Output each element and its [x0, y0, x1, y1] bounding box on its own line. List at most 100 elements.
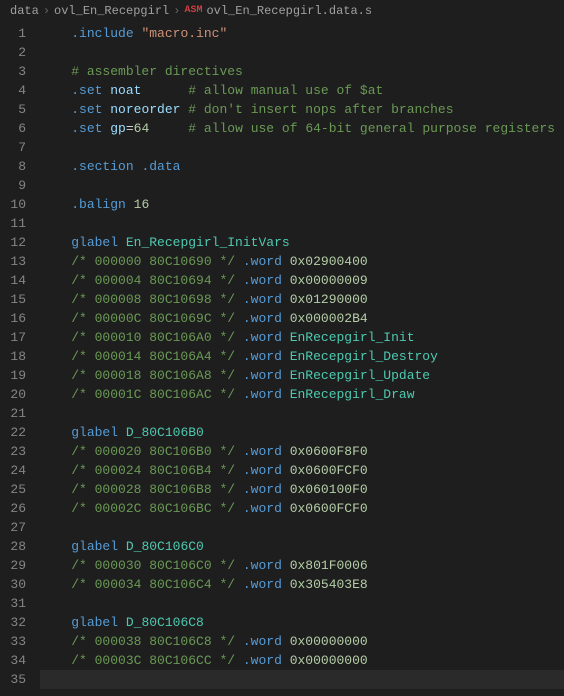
code-line[interactable]: glabel En_Recepgirl_InitVars [40, 233, 564, 252]
token-number: 16 [134, 197, 150, 212]
code-line[interactable] [40, 670, 564, 689]
code-line[interactable]: glabel D_80C106C0 [40, 537, 564, 556]
code-line[interactable] [40, 214, 564, 233]
code-line[interactable]: /* 000020 80C106B0 */ .word 0x0600F8F0 [40, 442, 564, 461]
code-line[interactable] [40, 518, 564, 537]
code-line[interactable]: .balign 16 [40, 195, 564, 214]
token-opcode: glabel [71, 539, 118, 554]
code-line[interactable]: /* 000034 80C106C4 */ .word 0x305403E8 [40, 575, 564, 594]
token-directive: .set [71, 83, 102, 98]
token-comment: # don't insert nops after branches [188, 102, 453, 117]
code-line[interactable]: /* 000008 80C10698 */ .word 0x01290000 [40, 290, 564, 309]
code-line[interactable]: glabel D_80C106B0 [40, 423, 564, 442]
code-line[interactable]: /* 000028 80C106B8 */ .word 0x060100F0 [40, 480, 564, 499]
token-comment: /* 000034 80C106C4 */ [71, 577, 235, 592]
token-directive: .word [243, 349, 282, 364]
code-line[interactable]: /* 000018 80C106A8 */ .word EnRecepgirl_… [40, 366, 564, 385]
token-ident: noat [110, 83, 141, 98]
token-plain [40, 330, 71, 345]
line-number: 16 [0, 309, 26, 328]
token-plain [235, 577, 243, 592]
line-number: 6 [0, 119, 26, 138]
code-line[interactable] [40, 43, 564, 62]
token-plain [235, 653, 243, 668]
code-line[interactable]: /* 00000C 80C1069C */ .word 0x000002B4 [40, 309, 564, 328]
token-plain [40, 273, 71, 288]
breadcrumb-folder[interactable]: data [10, 4, 39, 18]
token-comment: /* 000020 80C106B0 */ [71, 444, 235, 459]
token-plain [40, 197, 71, 212]
token-directive: .data [141, 159, 180, 174]
code-line[interactable]: /* 00001C 80C106AC */ .word EnRecepgirl_… [40, 385, 564, 404]
token-plain [282, 634, 290, 649]
token-label: En_Recepgirl_InitVars [126, 235, 290, 250]
token-plain [40, 425, 71, 440]
token-comment: # allow use of 64-bit general purpose re… [188, 121, 555, 136]
token-plain [40, 558, 71, 573]
token-opcode: glabel [71, 235, 118, 250]
line-number: 17 [0, 328, 26, 347]
line-number: 28 [0, 537, 26, 556]
token-plain [141, 83, 188, 98]
line-number: 2 [0, 43, 26, 62]
line-number: 30 [0, 575, 26, 594]
token-comment: /* 000018 80C106A8 */ [71, 368, 235, 383]
code-line[interactable]: .section .data [40, 157, 564, 176]
code-line[interactable]: /* 000014 80C106A4 */ .word EnRecepgirl_… [40, 347, 564, 366]
line-number: 11 [0, 214, 26, 233]
token-comment: /* 00003C 80C106CC */ [71, 653, 235, 668]
code-line[interactable]: /* 000010 80C106A0 */ .word EnRecepgirl_… [40, 328, 564, 347]
breadcrumb-folder[interactable]: ovl_En_Recepgirl [54, 4, 169, 18]
token-plain [40, 501, 71, 516]
token-comment: /* 000030 80C106C0 */ [71, 558, 235, 573]
code-line[interactable]: /* 000000 80C10690 */ .word 0x02900400 [40, 252, 564, 271]
code-line[interactable]: /* 00003C 80C106CC */ .word 0x00000000 [40, 651, 564, 670]
code-line[interactable]: .set noreorder # don't insert nops after… [40, 100, 564, 119]
token-number: 0x801F0006 [290, 558, 368, 573]
line-number: 19 [0, 366, 26, 385]
breadcrumb-file[interactable]: ovl_En_Recepgirl.data.s [206, 4, 372, 18]
token-number: 0x00000000 [290, 634, 368, 649]
token-plain [235, 501, 243, 516]
code-line[interactable] [40, 176, 564, 195]
token-plain [235, 387, 243, 402]
code-line[interactable]: # assembler directives [40, 62, 564, 81]
line-number: 23 [0, 442, 26, 461]
line-number: 9 [0, 176, 26, 195]
code-line[interactable] [40, 138, 564, 157]
code-line[interactable]: /* 000030 80C106C0 */ .word 0x801F0006 [40, 556, 564, 575]
token-directive: .include [71, 26, 133, 41]
token-plain [282, 482, 290, 497]
token-plain [126, 197, 134, 212]
token-comment: # allow manual use of $at [188, 83, 383, 98]
line-number: 29 [0, 556, 26, 575]
code-line[interactable]: glabel D_80C106C8 [40, 613, 564, 632]
token-plain [235, 349, 243, 364]
code-line[interactable]: .set noat # allow manual use of $at [40, 81, 564, 100]
token-plain [40, 577, 71, 592]
code-line[interactable]: .include "macro.inc" [40, 24, 564, 43]
code-line[interactable]: /* 000004 80C10694 */ .word 0x00000009 [40, 271, 564, 290]
token-label: EnRecepgirl_Draw [290, 387, 415, 402]
token-plain [282, 558, 290, 573]
code-line[interactable]: .set gp=64 # allow use of 64-bit general… [40, 119, 564, 138]
line-number: 20 [0, 385, 26, 404]
token-directive: .word [243, 577, 282, 592]
code-line[interactable]: /* 000038 80C106C8 */ .word 0x00000000 [40, 632, 564, 651]
line-number: 31 [0, 594, 26, 613]
code-line[interactable] [40, 404, 564, 423]
code-editor[interactable]: 1234567891011121314151617181920212223242… [0, 22, 564, 696]
line-number: 7 [0, 138, 26, 157]
code-line[interactable]: /* 000024 80C106B4 */ .word 0x0600FCF0 [40, 461, 564, 480]
token-plain [40, 254, 71, 269]
line-number: 25 [0, 480, 26, 499]
code-line[interactable]: /* 00002C 80C106BC */ .word 0x0600FCF0 [40, 499, 564, 518]
token-plain [235, 444, 243, 459]
code-area[interactable]: .include "macro.inc" # assembler directi… [40, 22, 564, 696]
code-line[interactable] [40, 594, 564, 613]
line-number: 4 [0, 81, 26, 100]
line-number: 15 [0, 290, 26, 309]
token-plain [40, 102, 71, 117]
breadcrumb[interactable]: data › ovl_En_Recepgirl › ASM ovl_En_Rec… [0, 0, 564, 22]
token-plain [40, 26, 71, 41]
